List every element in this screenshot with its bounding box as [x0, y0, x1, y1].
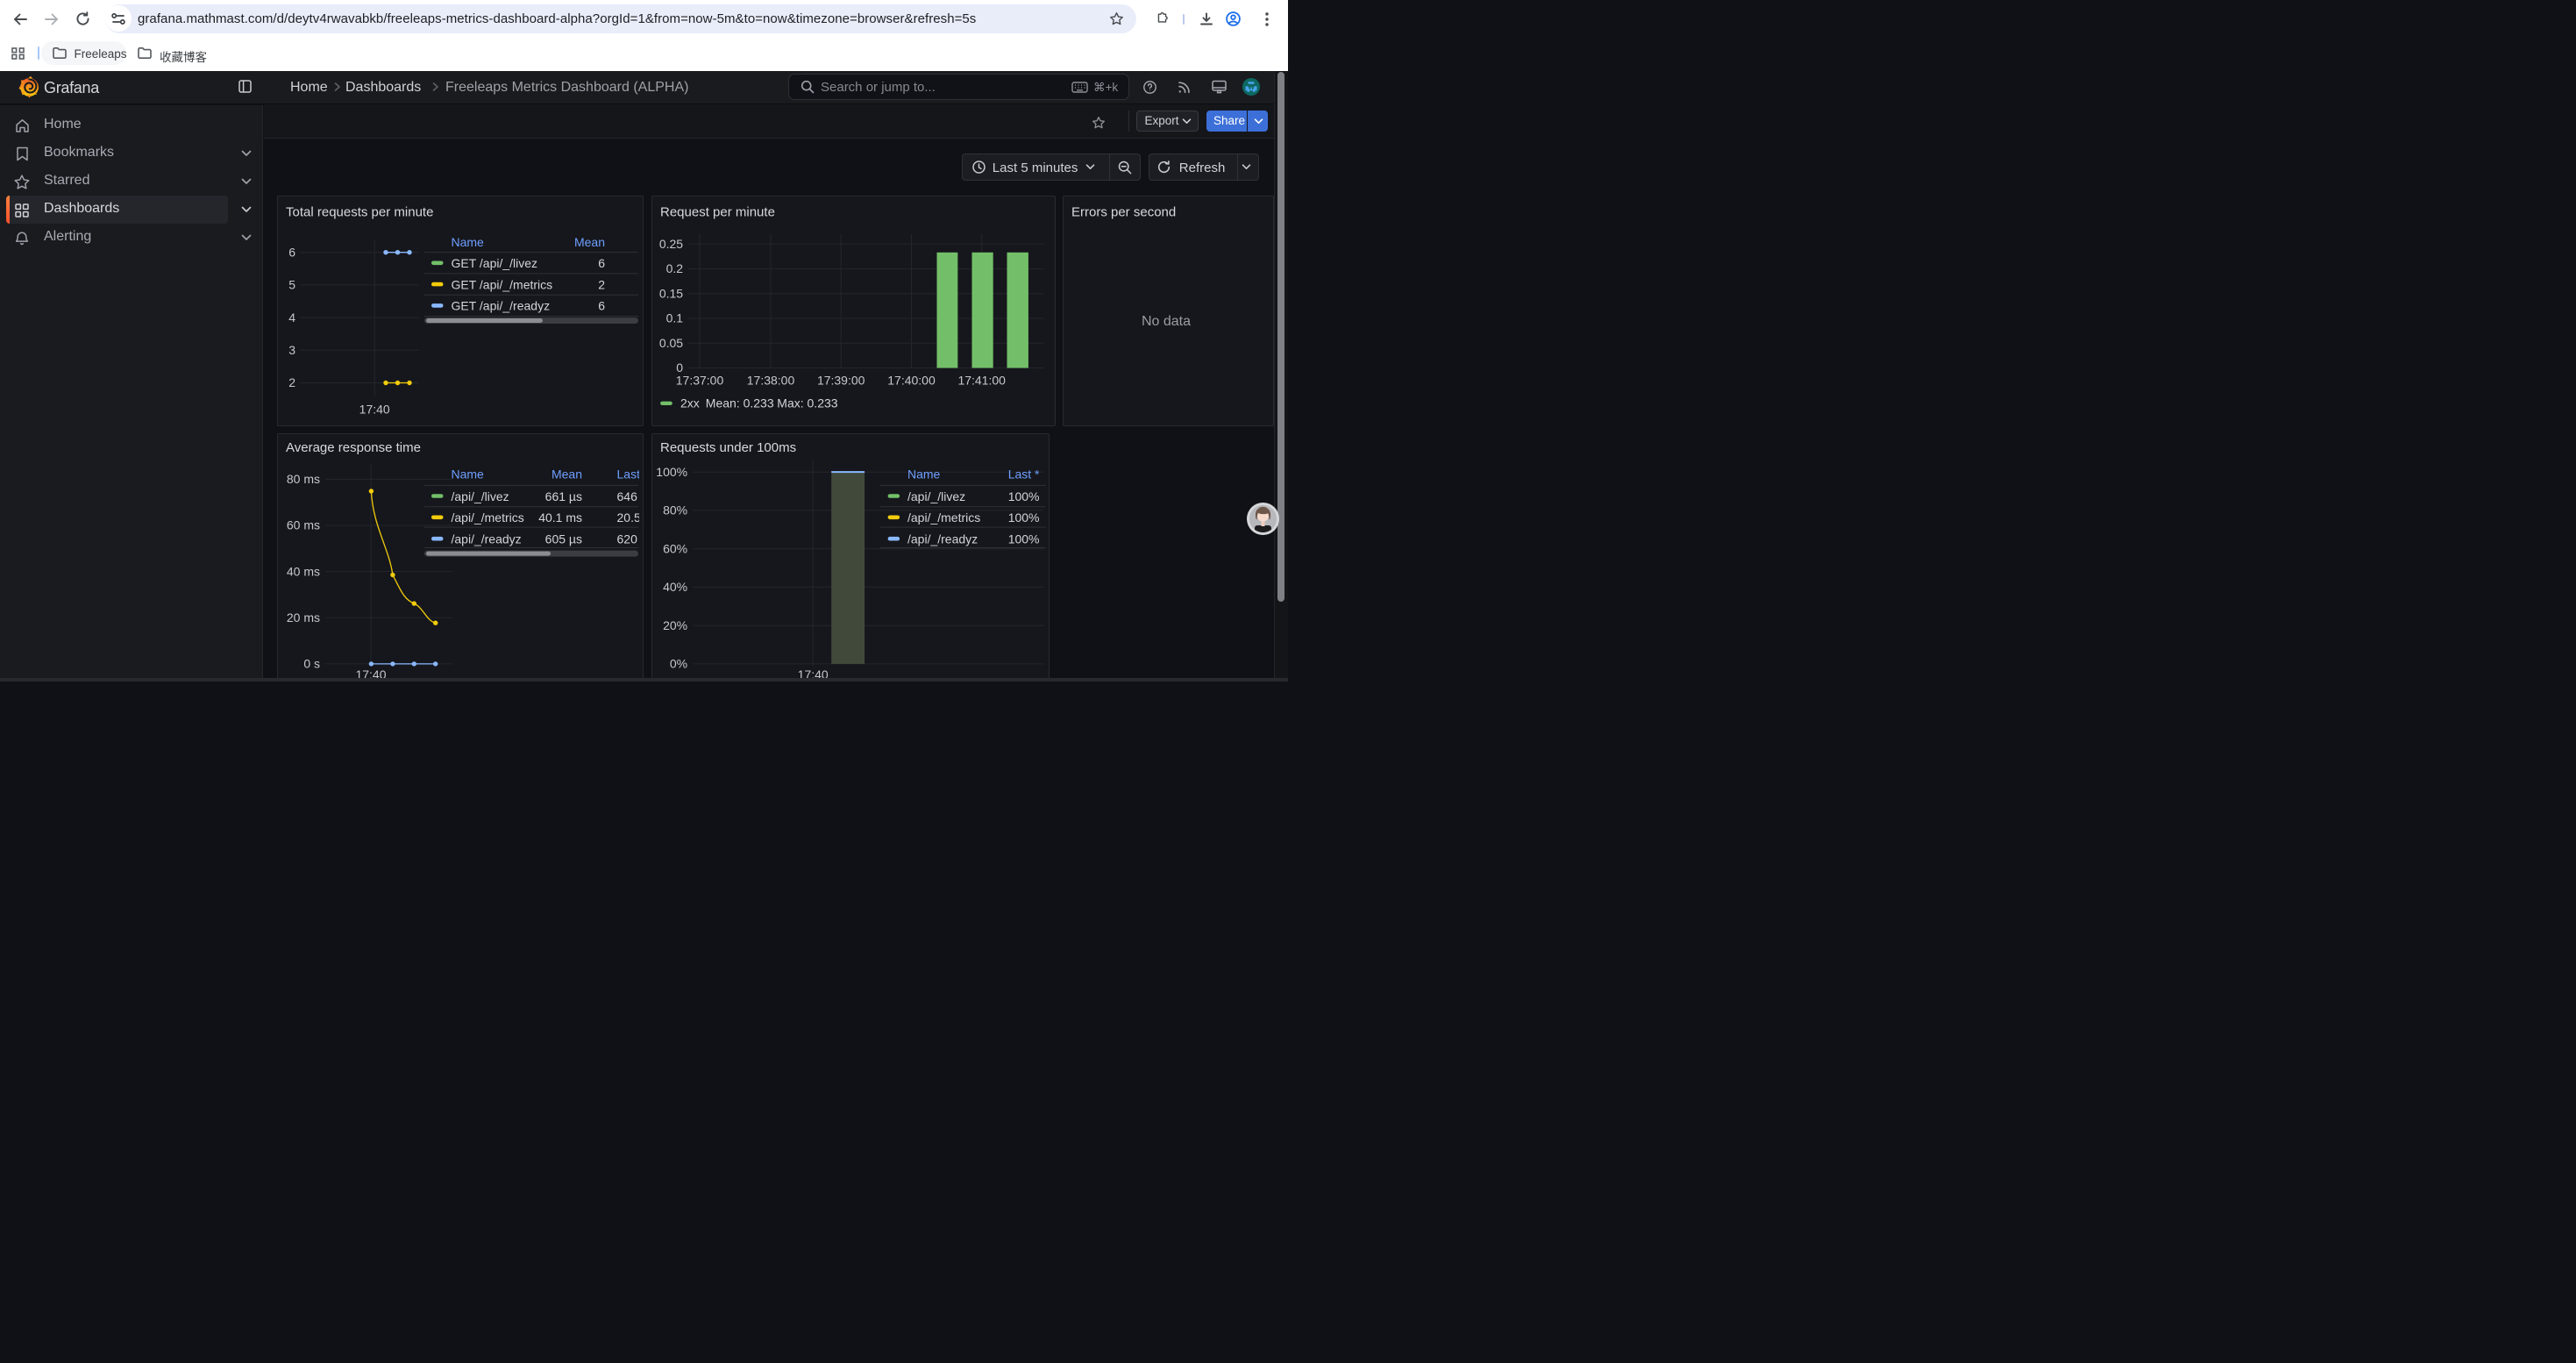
svg-text:Mean: Mean	[551, 467, 582, 482]
svg-text:5: 5	[288, 277, 295, 291]
svg-text:17:38:00: 17:38:00	[746, 373, 794, 387]
svg-text:20%: 20%	[663, 618, 687, 632]
svg-text:Requests under 100ms: Requests under 100ms	[660, 440, 796, 455]
svg-text:Name: Name	[452, 234, 485, 248]
svg-text:40%: 40%	[663, 580, 687, 594]
svg-text:No data: No data	[1141, 314, 1190, 329]
svg-text:0.1: 0.1	[665, 310, 683, 325]
svg-text:/api/_/livez: /api/_/livez	[452, 489, 509, 503]
svg-text:Request per minute: Request per minute	[660, 204, 775, 219]
svg-text:Name: Name	[907, 467, 941, 482]
svg-text:/api/_/metrics: /api/_/metrics	[907, 510, 980, 525]
svg-text:Average response time: Average response time	[286, 440, 421, 455]
svg-text:2xx: 2xx	[680, 396, 700, 410]
svg-text:100%: 100%	[1007, 532, 1039, 546]
svg-text:0 s: 0 s	[303, 657, 320, 671]
svg-text:80 ms: 80 ms	[287, 472, 320, 486]
svg-text:100%: 100%	[656, 465, 687, 479]
svg-text:/api/_/metrics: /api/_/metrics	[452, 510, 524, 525]
svg-text:/api/_/readyz: /api/_/readyz	[452, 532, 522, 546]
svg-text:20.5 ms: 20.5 ms	[617, 510, 639, 525]
svg-text:620 µs: 620 µs	[617, 532, 639, 546]
svg-text:Last *: Last *	[617, 467, 639, 482]
svg-text:40 ms: 40 ms	[287, 564, 320, 578]
svg-text:Name: Name	[452, 467, 485, 482]
svg-text:605 µs: 605 µs	[545, 532, 582, 546]
svg-text:17:39:00: 17:39:00	[816, 373, 865, 387]
svg-text:100%: 100%	[1007, 510, 1039, 525]
svg-text:3: 3	[288, 343, 295, 357]
svg-text:17:37:00: 17:37:00	[675, 373, 723, 387]
svg-text:2: 2	[288, 375, 295, 389]
svg-text:0.2: 0.2	[665, 261, 683, 275]
svg-text:6: 6	[598, 256, 605, 270]
svg-text:4: 4	[288, 310, 295, 324]
svg-text:20 ms: 20 ms	[287, 610, 320, 624]
svg-text:/api/_/readyz: /api/_/readyz	[907, 532, 978, 546]
svg-text:Mean: Mean	[574, 234, 605, 248]
svg-text:0%: 0%	[669, 657, 687, 671]
svg-text:40.1 ms: 40.1 ms	[538, 510, 582, 525]
svg-text:17:41:00: 17:41:00	[957, 373, 1006, 387]
svg-text:GET /api/_/livez: GET /api/_/livez	[452, 256, 538, 270]
svg-text:100%: 100%	[1007, 489, 1039, 503]
svg-text:0.25: 0.25	[658, 236, 682, 250]
svg-text:Total requests per minute: Total requests per minute	[286, 204, 433, 219]
svg-text:0.05: 0.05	[658, 335, 682, 349]
svg-text:646 µs: 646 µs	[617, 489, 639, 503]
svg-text:Last *: Last *	[1007, 467, 1039, 482]
svg-text:GET /api/_/metrics: GET /api/_/metrics	[452, 277, 553, 291]
svg-text:6: 6	[288, 245, 295, 259]
svg-text:17:40: 17:40	[359, 402, 390, 416]
svg-text:Mean: 0.233: Mean: 0.233	[705, 396, 773, 410]
svg-text:17:40:00: 17:40:00	[887, 373, 936, 387]
svg-text:Max: 0.233: Max: 0.233	[777, 396, 837, 410]
svg-text:GET /api/_/readyz: GET /api/_/readyz	[452, 298, 551, 312]
svg-text:2: 2	[598, 277, 605, 291]
svg-text:Errors per second: Errors per second	[1071, 204, 1176, 219]
svg-text:/api/_/livez: /api/_/livez	[907, 489, 965, 503]
svg-text:6: 6	[598, 298, 605, 312]
svg-text:0.15: 0.15	[658, 286, 682, 300]
svg-text:80%: 80%	[663, 503, 687, 517]
svg-text:60 ms: 60 ms	[287, 518, 320, 532]
svg-text:60%: 60%	[663, 541, 687, 555]
svg-text:661 µs: 661 µs	[545, 489, 582, 503]
